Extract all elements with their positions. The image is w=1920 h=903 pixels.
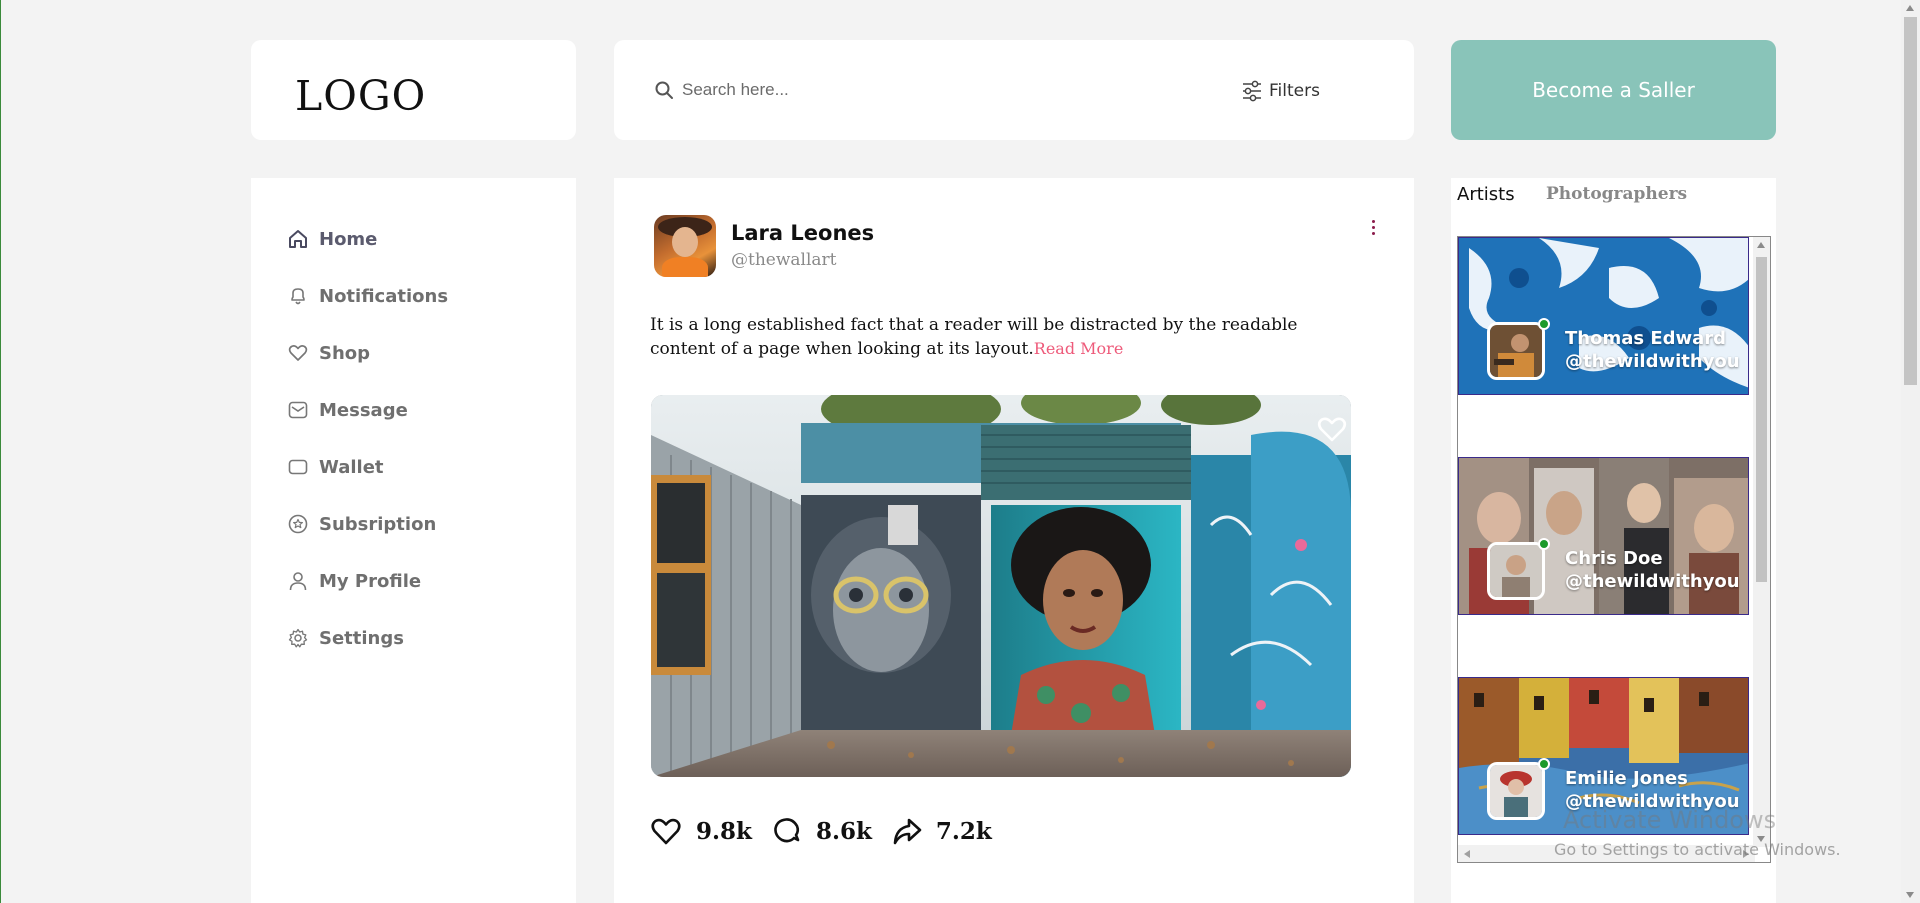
- page-scroll-down-icon[interactable]: [1906, 892, 1914, 898]
- sidebar-item-wallet[interactable]: Wallet: [287, 456, 384, 478]
- artist-name: Chris Doe: [1565, 548, 1663, 569]
- scroll-up-arrow-icon[interactable]: [1757, 242, 1765, 248]
- post-text: It is a long established fact that a rea…: [650, 313, 1360, 361]
- heart-icon: [651, 818, 681, 845]
- bell-icon: [291, 288, 305, 305]
- share-button[interactable]: 7.2k: [892, 816, 992, 846]
- star-badge-icon: [288, 514, 308, 534]
- become-seller-button[interactable]: Become a Saller: [1451, 40, 1776, 140]
- search-bar: Filters: [614, 40, 1414, 140]
- user-icon: [289, 572, 307, 591]
- author-handle: @thewallart: [731, 250, 837, 270]
- post-body: It is a long established fact that a rea…: [650, 315, 1298, 359]
- share-icon: [893, 818, 922, 845]
- sidebar-item-home[interactable]: Home: [287, 228, 377, 250]
- list-vertical-scrollbar[interactable]: [1753, 237, 1770, 847]
- sidebar-item-label: Wallet: [319, 456, 384, 478]
- sidebar-item-my-profile[interactable]: My Profile: [287, 570, 421, 592]
- sidebar-item-label: Subsription: [319, 513, 437, 535]
- logo-card: LOGO: [251, 40, 576, 140]
- sidebar-item-shop[interactable]: Shop: [287, 342, 370, 364]
- filters-label: Filters: [1269, 81, 1320, 101]
- sidebar-item-label: Message: [319, 399, 408, 421]
- artist-card[interactable]: Chris Doe @thewildwithyou: [1458, 457, 1749, 615]
- mail-icon: [288, 401, 308, 419]
- right-panel: Artists Photographers Thomas Edward @the…: [1451, 178, 1776, 903]
- wallet-icon: [288, 459, 308, 475]
- search-icon: [655, 81, 673, 99]
- sidebar: Home Notifications Shop Message Wallet S…: [251, 178, 576, 903]
- sidebar-item-label: Home: [319, 228, 378, 250]
- comments-count: 8.6k: [815, 817, 872, 845]
- likes-count: 9.8k: [696, 817, 752, 845]
- sidebar-item-label: Notifications: [319, 285, 449, 307]
- online-indicator: [1538, 318, 1550, 330]
- home-icon: [289, 230, 307, 248]
- like-button[interactable]: 9.8k: [650, 816, 752, 846]
- artist-name: Thomas Edward: [1565, 328, 1727, 349]
- page-scrollbar[interactable]: [1901, 0, 1920, 903]
- feed-post: Lara Leones @thewallart It is a long est…: [614, 178, 1414, 903]
- search-input[interactable]: [682, 76, 1162, 104]
- online-indicator: [1538, 538, 1550, 550]
- artist-card[interactable]: Thomas Edward @thewildwithyou: [1458, 237, 1749, 395]
- artist-handle: @thewildwithyou: [1565, 351, 1740, 372]
- page-scrollbar-thumb[interactable]: [1904, 17, 1917, 385]
- online-indicator: [1538, 758, 1550, 770]
- sidebar-item-subscription[interactable]: Subsription: [287, 513, 436, 535]
- scroll-left-arrow-icon[interactable]: [1464, 850, 1470, 858]
- more-options-icon[interactable]: [1366, 220, 1380, 240]
- sidebar-item-label: Settings: [319, 627, 404, 649]
- post-stats: 9.8k 8.6k 7.2k: [650, 816, 1012, 846]
- mural-illustration: [651, 395, 1351, 777]
- artist-avatar: [1487, 762, 1545, 820]
- logo[interactable]: LOGO: [295, 72, 426, 120]
- author-avatar[interactable]: [654, 215, 716, 277]
- gear-icon: [288, 628, 308, 648]
- activate-windows-title: Activate Windows: [1563, 806, 1777, 834]
- sidebar-item-notifications[interactable]: Notifications: [287, 285, 448, 307]
- comment-button[interactable]: 8.6k: [772, 816, 872, 846]
- scrollbar-thumb[interactable]: [1756, 257, 1767, 582]
- artist-avatar: [1487, 542, 1545, 600]
- page-scroll-up-icon[interactable]: [1906, 5, 1914, 11]
- sidebar-item-settings[interactable]: Settings: [287, 627, 404, 649]
- tab-artists[interactable]: Artists: [1457, 184, 1515, 205]
- artists-list[interactable]: Thomas Edward @thewildwithyou Chris Doe …: [1457, 236, 1771, 863]
- activate-windows-subtitle: Go to Settings to activate Windows.: [1554, 840, 1841, 859]
- sidebar-item-label: My Profile: [319, 570, 422, 592]
- shares-count: 7.2k: [935, 817, 992, 845]
- favorite-icon[interactable]: [1316, 414, 1348, 444]
- post-image[interactable]: [651, 395, 1351, 777]
- read-more-link[interactable]: Read More: [1034, 339, 1124, 358]
- sliders-icon: [1243, 80, 1261, 102]
- artist-avatar: [1487, 322, 1545, 380]
- page-border: [0, 0, 1, 903]
- sidebar-item-label: Shop: [319, 342, 371, 364]
- sidebar-item-message[interactable]: Message: [287, 399, 408, 421]
- artist-name: Emilie Jones: [1565, 768, 1688, 789]
- comment-icon: [774, 818, 800, 843]
- heart-icon: [288, 344, 308, 361]
- filters-button[interactable]: Filters: [1242, 80, 1320, 102]
- artist-handle: @thewildwithyou: [1565, 571, 1740, 592]
- tab-photographers[interactable]: Photographers: [1546, 184, 1687, 204]
- author-name[interactable]: Lara Leones: [731, 221, 874, 245]
